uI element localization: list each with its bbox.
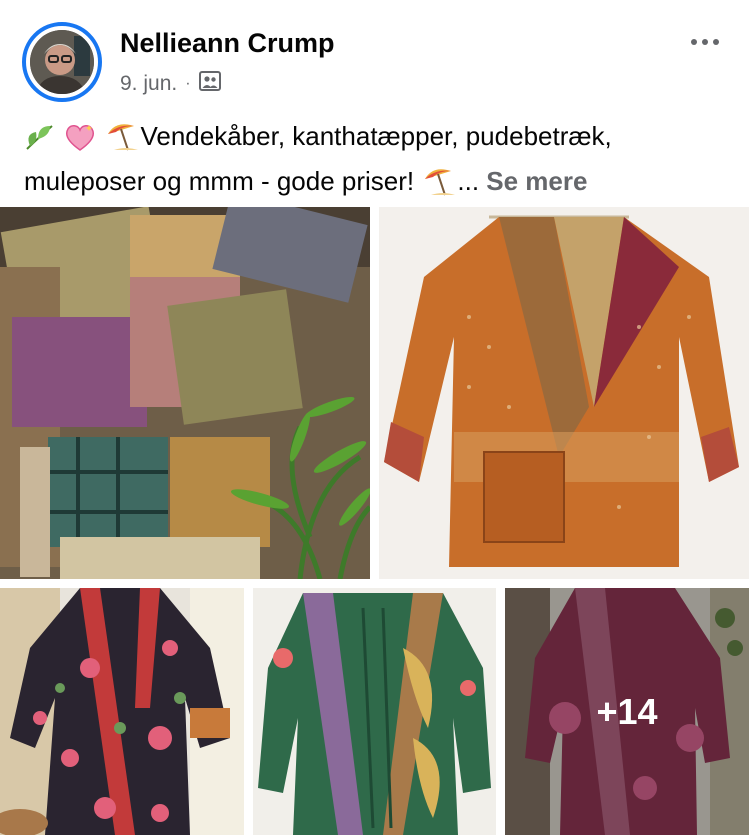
ellipsis: ... [457, 166, 480, 196]
sparkling-heart-emoji [63, 122, 97, 162]
beach-umbrella-emoji [421, 165, 457, 207]
photo-cushions[interactable] [0, 207, 370, 579]
post-date[interactable]: 9. jun. [120, 72, 177, 96]
avatar[interactable] [30, 30, 94, 94]
beach-umbrella-emoji [104, 120, 140, 162]
post-text: Vendekåber, kanthatæpper, pudebetræk, mu… [24, 117, 729, 207]
meta-separator: · [185, 75, 191, 92]
photo-black-kimono[interactable] [0, 588, 244, 835]
more-photos-overlay[interactable]: +14 [505, 588, 749, 835]
photo-green-coat[interactable] [253, 588, 496, 835]
see-more-link[interactable]: Se mere [486, 166, 587, 196]
more-photos-count: +14 [596, 690, 658, 732]
herb-emoji [24, 122, 56, 162]
photo-orange-coat[interactable] [379, 207, 749, 579]
photo-more[interactable]: +14 [505, 588, 749, 835]
story-ring[interactable] [22, 22, 102, 102]
post-header: Nellieann Crump 9. jun. · [0, 0, 749, 112]
more-horizontal-icon[interactable] [685, 30, 725, 54]
post-meta: 9. jun. · [120, 70, 221, 98]
author-name[interactable]: Nellieann Crump [120, 28, 335, 59]
friends-audience-icon[interactable] [198, 71, 221, 97]
